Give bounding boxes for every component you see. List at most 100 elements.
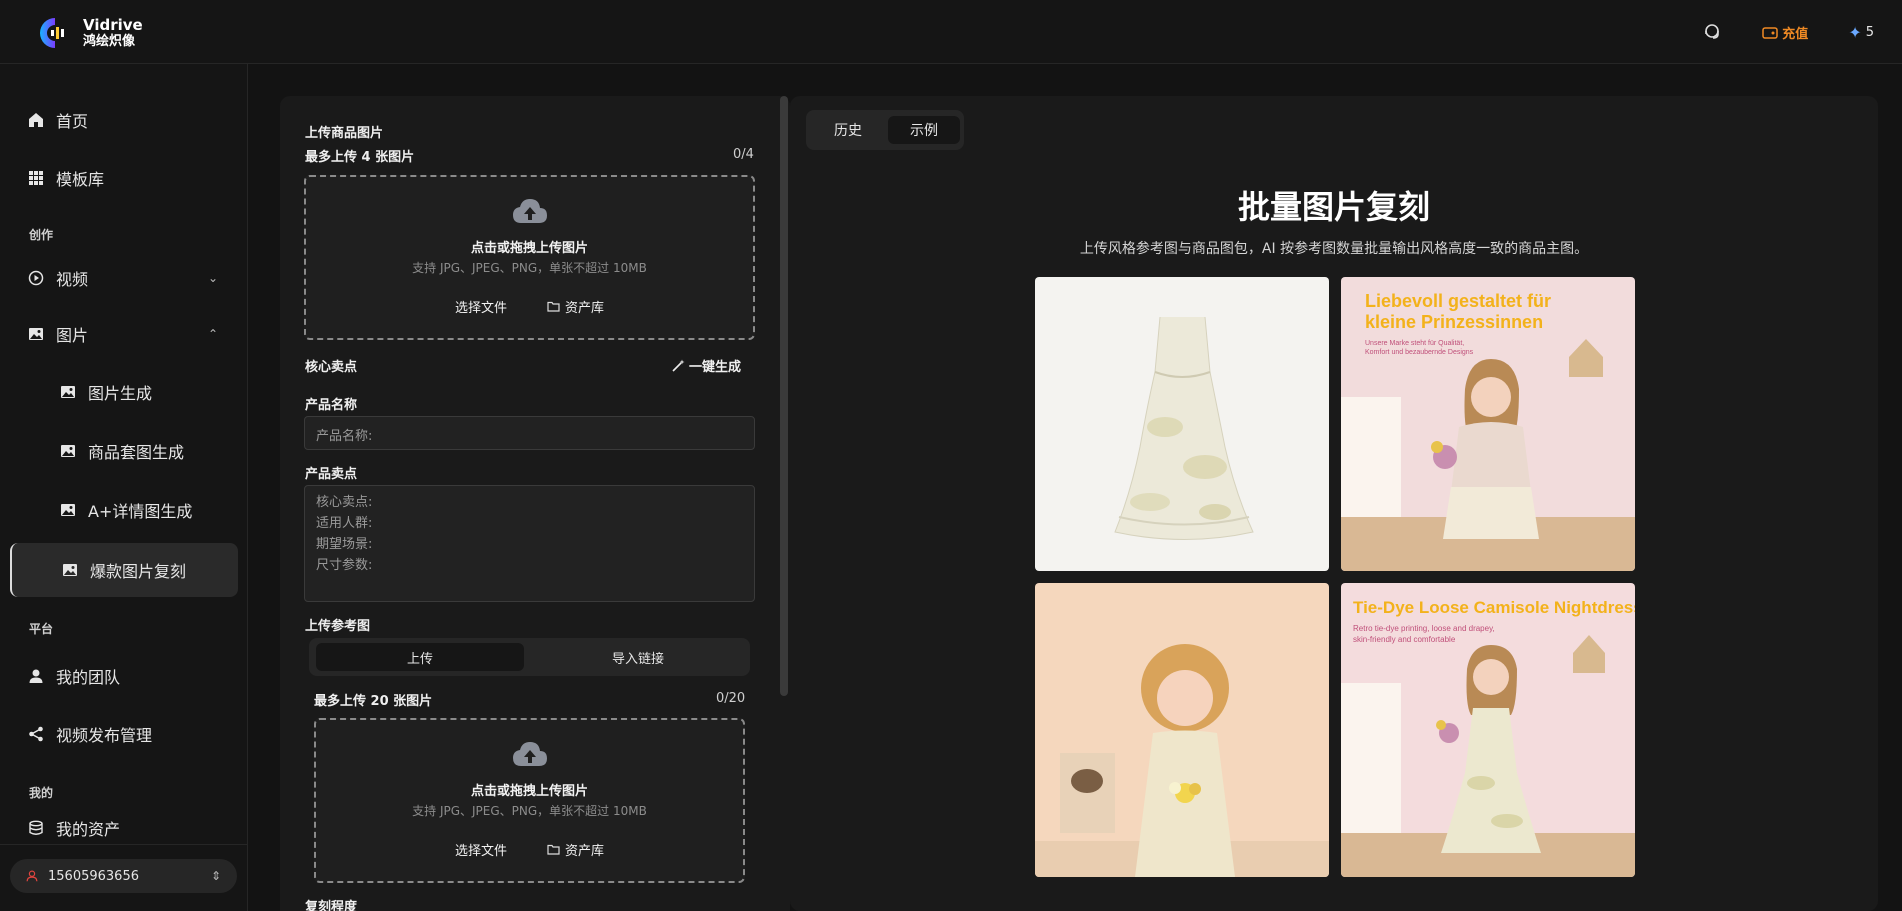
section-label-platform: 平台 [29, 622, 54, 636]
reference-dropzone[interactable]: 点击或拖拽上传图片 支持 JPG、JPEG、PNG，单张不超过 10MB 选择文… [314, 718, 745, 883]
user-icon [29, 669, 43, 683]
sidebar-item-label: 视频 [56, 270, 89, 289]
asset-library-label: 资产库 [565, 301, 605, 316]
selling-points-label: 产品卖点 [305, 467, 358, 482]
sidebar-item-my-team[interactable]: 我的团队 [10, 650, 238, 702]
girl-floral-blouse-image: Liebevoll gestaltet für kleine Prinzessin… [1341, 277, 1635, 571]
chevron-updown-icon: ⇕ [210, 869, 221, 883]
recharge-button[interactable]: 充值 [1762, 23, 1808, 42]
asset-library-button[interactable]: 资产库 [547, 297, 604, 316]
tab-import-link[interactable]: 导入链接 [533, 643, 743, 671]
account-switcher[interactable]: 15605963656 ⇕ [10, 859, 237, 893]
form-panel: 上传商品图片 最多上传 4 张图片 0/4 点击或拖拽上传图片 支持 JPG、J… [280, 96, 790, 911]
view-tabs: 历史 示例 [806, 110, 964, 150]
curly-girl-image [1035, 583, 1329, 877]
asset-library-button[interactable]: 资产库 [547, 840, 604, 859]
divider [0, 844, 248, 845]
page-subtitle: 上传风格参考图与商品图包，AI 按参考图数量批量输出风格高度一致的商品主图。 [1079, 241, 1589, 257]
folder-icon [547, 844, 560, 855]
upload-ref-count: 0/20 [716, 691, 746, 706]
sidebar-item-label: 视频发布管理 [56, 726, 153, 745]
support-icon[interactable] [1702, 22, 1722, 42]
product-name-input[interactable]: 产品名称: [304, 416, 755, 450]
dropzone-title: 点击或拖拽上传图片 [470, 241, 588, 256]
user-outline-icon [26, 870, 38, 882]
sidebar-item-video[interactable]: 视频 ⌄ [10, 252, 238, 304]
tab-history[interactable]: 历史 [812, 116, 884, 144]
sidebar-item-image[interactable]: 图片 ⌃ [10, 308, 238, 360]
product-name-label: 产品名称 [305, 398, 358, 413]
sidebar-item-label: 图片 [56, 326, 89, 345]
cloud-upload-icon [512, 742, 547, 766]
example-image-2[interactable]: Liebevoll gestaltet für kleine Prinzessin… [1341, 277, 1635, 571]
dropzone-hint: 支持 JPG、JPEG、PNG，单张不超过 10MB [412, 261, 647, 275]
sidebar-item-label: 首页 [56, 112, 89, 131]
choose-file-button[interactable]: 选择文件 [455, 297, 507, 316]
logo[interactable]: Vidrive 鸿绘炽像 [33, 16, 143, 50]
dress-product-image [1035, 277, 1329, 571]
home-icon [29, 113, 43, 127]
sidebar-item-label: 我的资产 [56, 820, 121, 839]
core-selling-label: 核心卖点 [305, 360, 358, 375]
girl-tie-dye-dress-image: Tie-Dye Loose Camisole Nightdress Retro … [1341, 583, 1635, 877]
example-image-4[interactable]: Tie-Dye Loose Camisole Nightdress Retro … [1341, 583, 1635, 877]
promo-headline: Tie-Dye Loose Camisole Nightdress [1353, 598, 1635, 617]
brand-name-cn: 鸿绘炽像 [83, 34, 136, 49]
section-label-create: 创作 [29, 228, 54, 242]
sidebar-item-my-assets[interactable]: 我的资产 [10, 812, 238, 844]
sidebar-item-label: 商品套图生成 [88, 443, 185, 462]
image-icon [29, 328, 43, 340]
sidebar-item-templates[interactable]: 模板库 [10, 152, 238, 204]
database-icon [29, 820, 43, 835]
vidrive-logo-icon [40, 18, 64, 48]
recharge-label: 充值 [1782, 26, 1809, 42]
sidebar-item-hot-copy[interactable]: 爆款图片复刻 [10, 543, 238, 597]
dropzone-hint: 支持 JPG、JPEG、PNG，单张不超过 10MB [412, 804, 647, 818]
sidebar-item-label: 模板库 [56, 170, 105, 189]
chevron-up-icon: ⌃ [207, 327, 218, 341]
tab-upload[interactable]: 上传 [316, 643, 524, 671]
form-scrollbar[interactable] [780, 96, 788, 696]
sidebar-item-label: 爆款图片复刻 [90, 562, 187, 581]
upload-product-count: 0/4 [733, 147, 754, 162]
example-image-1[interactable] [1035, 277, 1329, 571]
selling-points-textarea[interactable]: 核心卖点: 适用人群: 期望场景: 尺寸参数: [304, 485, 755, 602]
grid-icon [29, 171, 43, 185]
promo-headline: Liebevoll gestaltet für kleine Prinzessin… [1365, 291, 1551, 332]
tab-example[interactable]: 示例 [888, 116, 960, 144]
product-dropzone[interactable]: 点击或拖拽上传图片 支持 JPG、JPEG、PNG，单张不超过 10MB 选择文… [304, 175, 755, 340]
sidebar-item-video-publish[interactable]: 视频发布管理 [10, 708, 238, 760]
sidebar-item-product-set[interactable]: 商品套图生成 [10, 425, 238, 477]
sidebar-item-label: A+详情图生成 [88, 502, 193, 521]
credits-count: 5 [1865, 24, 1874, 40]
brand-name-en: Vidrive [83, 16, 143, 34]
cloud-upload-icon [512, 199, 547, 223]
one-click-generate-label: 一键生成 [689, 360, 742, 375]
share-icon [29, 726, 43, 742]
credits-display[interactable]: ✦ 5 [1848, 23, 1874, 42]
example-image-3[interactable] [1035, 583, 1329, 877]
ref-source-toggle: 上传 导入链接 [309, 638, 750, 676]
chevron-down-icon: ⌄ [207, 271, 218, 285]
asset-library-label: 资产库 [565, 844, 605, 859]
sidebar: 首页 模板库 创作 视频 ⌄ 图片 ⌃ 图片生成 商品套图生成 A+详情图生成 … [0, 64, 248, 911]
magic-wand-icon [672, 359, 685, 372]
section-label-mine: 我的 [29, 786, 54, 800]
sidebar-item-aplus-detail[interactable]: A+详情图生成 [10, 484, 238, 536]
sparkle-icon: ✦ [1848, 22, 1862, 42]
image-icon [61, 386, 75, 398]
choose-file-button[interactable]: 选择文件 [455, 840, 507, 859]
sidebar-item-label: 图片生成 [88, 384, 153, 403]
top-bar: Vidrive 鸿绘炽像 充值 ✦ 5 [0, 0, 1902, 64]
play-circle-icon [28, 270, 44, 286]
image-icon [63, 564, 77, 576]
sidebar-item-home[interactable]: 首页 [10, 94, 238, 146]
sidebar-item-image-gen[interactable]: 图片生成 [10, 366, 238, 418]
sidebar-item-label: 我的团队 [56, 668, 121, 687]
folder-icon [547, 301, 560, 312]
upload-ref-limit: 最多上传 20 张图片 [314, 694, 433, 709]
one-click-generate-button[interactable]: 一键生成 [672, 356, 741, 375]
upload-product-title: 上传商品图片 [305, 126, 384, 141]
page-title: 批量图片复刻 [1237, 188, 1430, 226]
image-icon [61, 504, 75, 516]
